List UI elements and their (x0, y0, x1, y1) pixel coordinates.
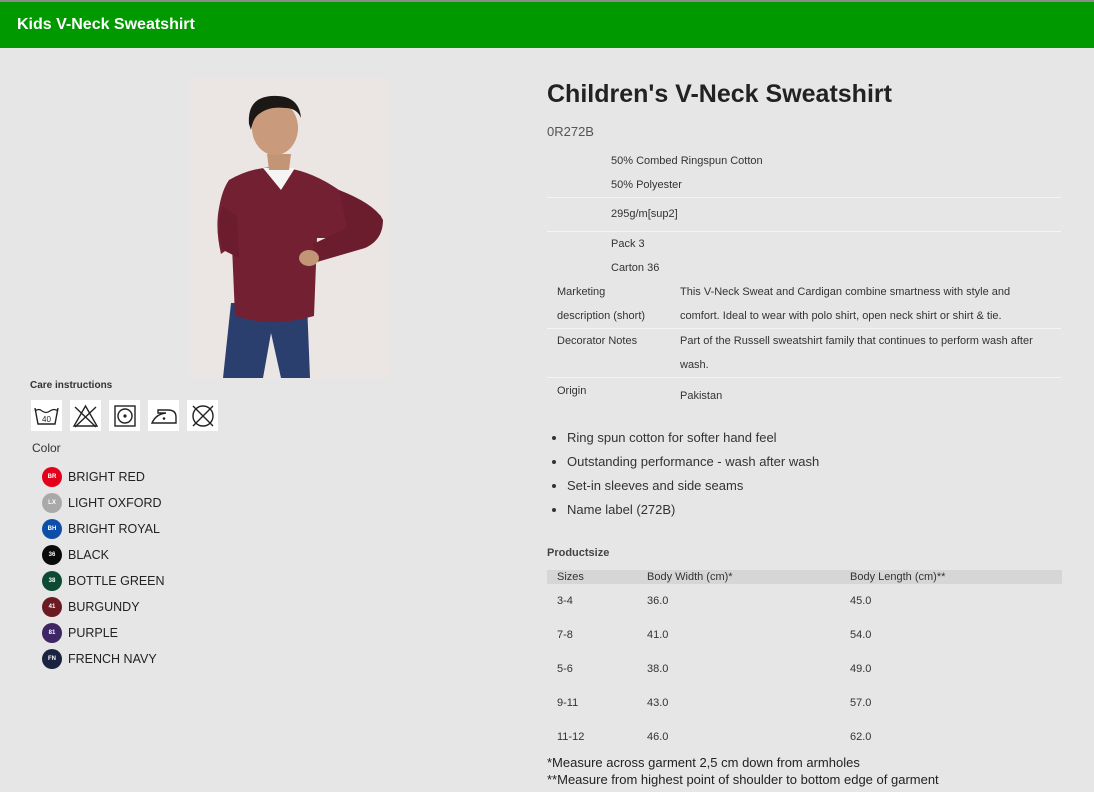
spec-decorator-label: Decorator Notes (557, 335, 638, 347)
color-label: Color (32, 441, 61, 455)
color-swatch[interactable]: 36 (42, 545, 62, 565)
size-table: Sizes Body Width (cm)* Body Length (cm)*… (547, 570, 1062, 754)
tumble-dry-icon (109, 400, 140, 431)
color-swatch[interactable]: 38 (42, 571, 62, 591)
table-cell: 11-12 (557, 731, 585, 743)
color-swatch[interactable]: BH (42, 519, 62, 539)
color-option[interactable]: 41 BURGUNDY (42, 594, 165, 620)
feature-item: Name label (272B) (567, 502, 819, 526)
care-icons-row: 40 (31, 400, 218, 431)
color-option[interactable]: FN FRENCH NAVY (42, 646, 165, 672)
table-cell: 54.0 (850, 629, 872, 641)
wash-40-icon: 40 (31, 400, 62, 431)
color-name: FRENCH NAVY (68, 652, 157, 666)
spec-row-packing: Pack 3 Carton 36 (547, 232, 1061, 280)
spec-carton: Carton 36 (611, 262, 660, 274)
table-cell: 57.0 (850, 697, 872, 709)
color-option[interactable]: LX LIGHT OXFORD (42, 490, 165, 516)
table-cell: 46.0 (647, 731, 669, 743)
feature-item: Ring spun cotton for softer hand feel (567, 430, 819, 454)
color-option[interactable]: BR BRIGHT RED (42, 464, 165, 490)
table-cell: 41.0 (647, 629, 669, 641)
spec-row-material: 50% Combed Ringspun Cotton 50% Polyester (547, 149, 1061, 198)
color-name: BRIGHT RED (68, 470, 145, 484)
product-code: 0R272B (547, 124, 594, 139)
table-row: 5-6 38.0 49.0 (547, 652, 1062, 686)
header-bar: Kids V-Neck Sweatshirt (0, 2, 1094, 48)
table-row: 9-11 43.0 57.0 (547, 686, 1062, 720)
color-option[interactable]: 81 PURPLE (42, 620, 165, 646)
table-cell: 3-4 (557, 595, 573, 607)
spec-marketing-label-2: description (short) (557, 310, 646, 322)
table-row: 7-8 41.0 54.0 (547, 618, 1062, 652)
page-header-title: Kids V-Neck Sweatshirt (17, 16, 195, 33)
color-name: BLACK (68, 548, 109, 562)
size-table-body: 3-4 36.0 45.0 7-8 41.0 54.0 5-6 38.0 49.0 9-11 43.… (547, 584, 1062, 754)
spec-origin-value: Pakistan (680, 390, 723, 402)
color-option[interactable]: 36 BLACK (42, 542, 165, 568)
table-row: 3-4 36.0 45.0 (547, 584, 1062, 618)
header-body-width: Body Width (cm)* (637, 570, 840, 584)
color-swatch[interactable]: 81 (42, 623, 62, 643)
table-cell: 38.0 (647, 663, 669, 675)
spec-table: 50% Combed Ringspun Cotton 50% Polyester… (547, 149, 1061, 408)
iron-low-icon (148, 400, 179, 431)
spec-material-2: 50% Polyester (611, 179, 682, 191)
spec-pack: Pack 3 (611, 238, 645, 250)
header-body-length: Body Length (cm)** (840, 570, 1062, 584)
color-name: LIGHT OXFORD (68, 496, 162, 510)
color-swatch[interactable]: 41 (42, 597, 62, 617)
spec-marketing-value-2: comfort. Ideal to wear with polo shirt, … (680, 310, 1002, 322)
table-row: 11-12 46.0 62.0 (547, 720, 1062, 754)
spec-row-decorator: Decorator Notes Part of the Russell swea… (547, 329, 1061, 378)
size-table-header: Sizes Body Width (cm)* Body Length (cm)*… (547, 570, 1062, 584)
svg-text:40: 40 (42, 415, 51, 424)
spec-decorator-value-2: wash. (680, 359, 709, 371)
header-sizes: Sizes (547, 570, 637, 584)
color-swatch[interactable]: FN (42, 649, 62, 669)
table-cell: 43.0 (647, 697, 669, 709)
color-name: BURGUNDY (68, 600, 140, 614)
do-not-dry-clean-icon (187, 400, 218, 431)
feature-item: Set-in sleeves and side seams (567, 478, 819, 502)
product-title: Children's V-Neck Sweatshirt (547, 80, 892, 108)
color-option[interactable]: 38 BOTTLE GREEN (42, 568, 165, 594)
spec-row-weight: 295g/m[sup2] (547, 198, 1061, 232)
color-name: BOTTLE GREEN (68, 574, 165, 588)
productsize-label: Productsize (547, 547, 610, 559)
spec-material-1: 50% Combed Ringspun Cotton (611, 155, 763, 167)
product-photo (189, 78, 390, 378)
spec-marketing-value-1: This V-Neck Sweat and Cardigan combine s… (680, 286, 1011, 298)
care-instructions-label: Care instructions (30, 380, 113, 391)
color-name: PURPLE (68, 626, 119, 640)
spec-decorator-value-1: Part of the Russell sweatshirt family th… (680, 335, 1033, 347)
table-cell: 36.0 (647, 595, 669, 607)
table-cell: 49.0 (850, 663, 872, 675)
table-cell: 62.0 (850, 731, 872, 743)
feature-list: Ring spun cotton for softer hand feel Ou… (547, 430, 819, 526)
spec-row-origin: Origin Pakistan (547, 378, 1061, 408)
table-cell: 5-6 (557, 663, 573, 675)
table-cell: 7-8 (557, 629, 573, 641)
footnote-width: *Measure across garment 2,5 cm down from… (547, 755, 860, 770)
do-not-bleach-icon (70, 400, 101, 431)
color-name: BRIGHT ROYAL (68, 522, 160, 536)
color-swatch[interactable]: BR (42, 467, 62, 487)
spec-marketing-label-1: Marketing (557, 286, 606, 298)
table-cell: 45.0 (850, 595, 872, 607)
color-swatch[interactable]: LX (42, 493, 62, 513)
feature-item: Outstanding performance - wash after was… (567, 454, 819, 478)
spec-row-marketing: Marketing description (short) This V-Nec… (547, 280, 1061, 329)
spec-origin-label: Origin (557, 385, 587, 397)
spec-weight: 295g/m[sup2] (611, 208, 678, 220)
color-option[interactable]: BH BRIGHT ROYAL (42, 516, 165, 542)
table-cell: 9-11 (557, 697, 579, 709)
footnote-length: **Measure from highest point of shoulder… (547, 772, 939, 787)
color-list: BR BRIGHT RED LX LIGHT OXFORD BH BRIGHT ROYAL… (42, 464, 165, 672)
